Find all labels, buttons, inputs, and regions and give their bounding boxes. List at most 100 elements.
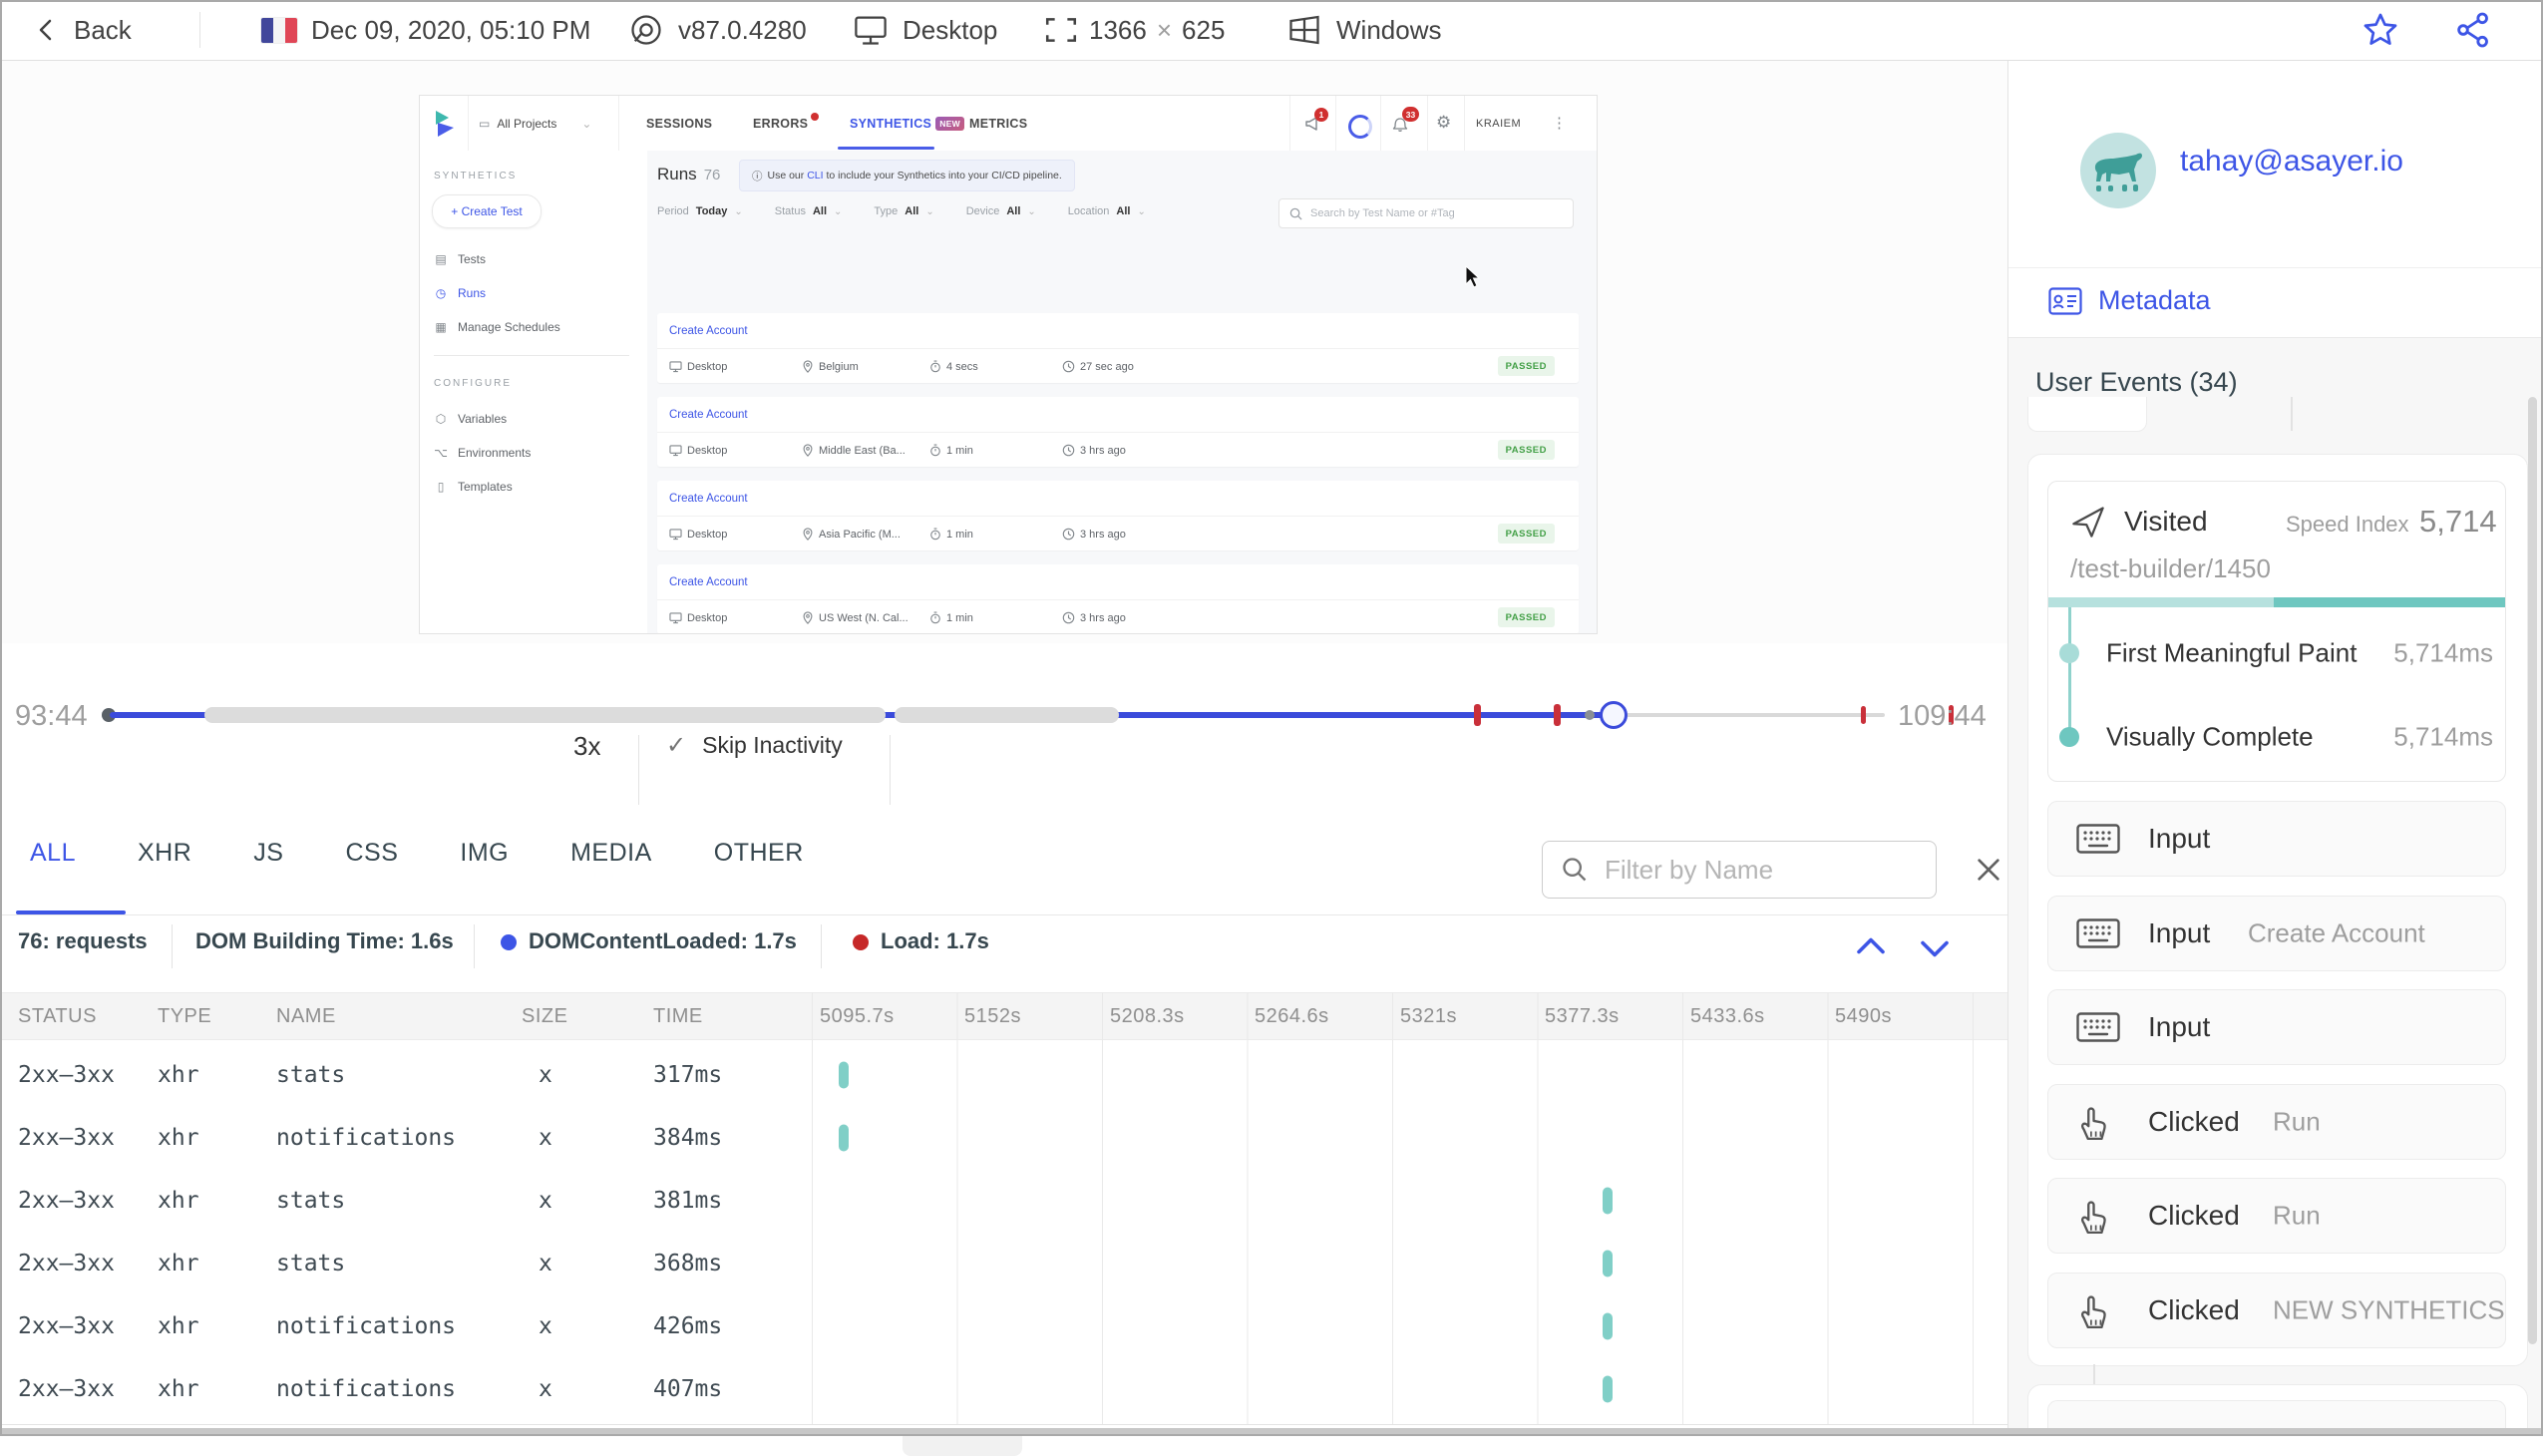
network-tab[interactable]: XHR: [138, 839, 191, 868]
filter-label: Device: [966, 205, 1000, 217]
event-detail: Run: [2273, 1201, 2321, 1232]
request-status: 2xx–3xx: [18, 1062, 115, 1088]
cli-link: CLI: [807, 170, 823, 182]
user-event-item[interactable]: Input: [2047, 989, 2506, 1065]
filter-dropdown: Status All ⌄: [775, 205, 843, 217]
request-name: stats: [276, 1188, 345, 1214]
gear-icon: ⚙: [1436, 113, 1451, 133]
event-marker[interactable]: [1474, 704, 1481, 726]
runs-search-box: Search by Test Name or #Tag: [1278, 198, 1574, 228]
search-icon: [1289, 207, 1302, 220]
section-label: CONFIGURE: [434, 378, 512, 389]
replay-app-header: ▭ All Projects ⌄ SESSIONS ERRORS SYNTHET…: [420, 96, 1597, 152]
replayed-app-screen: ▭ All Projects ⌄ SESSIONS ERRORS SYNTHET…: [419, 95, 1598, 634]
resolution-info: 1366 × 625: [1043, 0, 1225, 60]
playback-speed-button[interactable]: 3x: [573, 731, 600, 762]
network-tab[interactable]: OTHER: [714, 839, 804, 868]
timeline-scrubber[interactable]: [110, 712, 1885, 718]
filter-label: Status: [775, 205, 806, 217]
user-event-item[interactable]: Clicked Run: [2047, 1084, 2506, 1160]
timeline-remaining-track: [1614, 713, 1885, 717]
run-title-link: Create Account: [669, 397, 748, 432]
run-details-row: Desktop US West (N. Cal... 1 min: [657, 599, 1579, 634]
network-tab[interactable]: MEDIA: [570, 839, 652, 868]
network-tab[interactable]: ALL: [30, 839, 76, 868]
run-title-link: Create Account: [669, 313, 748, 348]
nav-item-label: Runs: [458, 286, 486, 300]
run-card: Create Account Desktop Asia Pacific (M..…: [657, 481, 1579, 550]
user-event-item[interactable]: Input: [2047, 801, 2506, 877]
dom-building-time: DOM Building Time: 1.6s: [195, 928, 454, 954]
request-row[interactable]: 2xx–3xx xhr stats x 381ms: [0, 1169, 2007, 1232]
user-event-item[interactable]: Input Create Account: [2047, 896, 2506, 971]
request-size: x: [539, 1125, 552, 1151]
os-label: Windows: [1336, 15, 1441, 46]
filter-dropdown: Period Today ⌄: [657, 205, 743, 217]
visited-metrics: First Meaningful Paint 5,714ms Visually …: [2048, 611, 2505, 779]
divider: [2008, 267, 2543, 268]
kebab-menu-icon: ⋮: [1552, 114, 1567, 132]
new-badge: NEW: [935, 117, 964, 131]
os-info: Windows: [1286, 0, 1441, 60]
event-marker[interactable]: [1554, 704, 1561, 726]
event-marker[interactable]: [1861, 706, 1866, 724]
network-tab[interactable]: JS: [253, 839, 283, 868]
close-panel-button[interactable]: [1973, 854, 2004, 886]
back-button[interactable]: Back: [34, 0, 132, 60]
visited-event-card[interactable]: Visited Speed Index 5,714 /test-builder/…: [2047, 481, 2506, 782]
request-row[interactable]: 2xx–3xx xhr notifications x 407ms: [0, 1357, 2007, 1420]
clock-icon: [1062, 360, 1075, 373]
chevron-down-icon: ⌄: [1027, 206, 1035, 217]
app-tab-sessions: SESSIONS: [646, 96, 712, 151]
session-top-bar: Back Dec 09, 2020, 05:10 PM v87.0.4280 D…: [0, 0, 2543, 61]
share-button[interactable]: [2453, 0, 2493, 60]
request-row[interactable]: 2xx–3xx xhr stats x 317ms: [0, 1043, 2007, 1106]
jump-up-button[interactable]: [1853, 932, 1889, 962]
user-email-link[interactable]: tahay@asayer.io: [2180, 145, 2403, 179]
event-detail: NEW SYNTHETICS: [2273, 1294, 2505, 1325]
sidebar-nav-item: ⌥ Environments: [434, 436, 643, 470]
jump-down-button[interactable]: [1917, 932, 1953, 962]
run-details-row: Desktop Asia Pacific (M... 1 min: [657, 516, 1579, 551]
skip-inactivity-label: Skip Inactivity: [702, 732, 843, 759]
divider: [434, 355, 629, 356]
device-label: Desktop: [903, 15, 997, 46]
session-sidebar: tahay@asayer.io Metadata User Events (34…: [2007, 60, 2543, 1428]
run-device: Desktop: [669, 600, 727, 634]
run-duration: 1 min: [929, 517, 973, 551]
run-device: Desktop: [669, 349, 727, 384]
user-event-item[interactable]: Clicked Run: [2047, 1178, 2506, 1254]
monitor-icon: [669, 361, 682, 373]
user-avatar: [2080, 133, 2156, 208]
sidebar-nav-configure: ⬡ Variables ⌥ Environments ▯ Templates: [434, 402, 643, 504]
metadata-button[interactable]: Metadata: [2048, 285, 2211, 316]
chevron-down-icon: ⌄: [734, 206, 742, 217]
monitor-icon: [669, 612, 682, 624]
request-waterfall-bar: [1603, 1187, 1613, 1214]
metric-dot: [2059, 727, 2079, 747]
timeline-handle[interactable]: [1600, 701, 1628, 729]
replay-app-main: Runs 76 ⓘ Use our CLI to include your Sy…: [647, 151, 1597, 633]
request-row[interactable]: 2xx–3xx xhr notifications x 384ms: [0, 1106, 2007, 1169]
request-waterfall-bar: [1603, 1312, 1613, 1339]
network-tab[interactable]: CSS: [345, 839, 398, 868]
user-event-item[interactable]: Clicked NEW SYNTHETICS: [2047, 1273, 2506, 1348]
request-waterfall-bar: [839, 1124, 849, 1151]
request-row[interactable]: 2xx–3xx xhr stats x 368ms: [0, 1232, 2007, 1294]
resolution-x: ×: [1157, 15, 1172, 46]
location-pin-icon: [802, 611, 814, 624]
filter-by-name-input[interactable]: [1603, 854, 1906, 887]
event-label: Clicked: [2148, 1106, 2240, 1138]
sidebar-scrollbar[interactable]: [2528, 397, 2537, 1344]
monitor-icon: [669, 445, 682, 457]
network-tab[interactable]: IMG: [460, 839, 509, 868]
request-time: 426ms: [653, 1313, 722, 1339]
favorite-button[interactable]: [2361, 0, 2399, 60]
run-location: Belgium: [802, 349, 859, 384]
runs-filters: Period Today ⌄ Status All ⌄ Type All ⌄: [657, 205, 1146, 217]
skip-inactivity-toggle[interactable]: ✓ Skip Inactivity: [666, 731, 843, 760]
request-row[interactable]: 2xx–3xx xhr notifications x 426ms: [0, 1294, 2007, 1357]
run-card: Create Account Desktop US West (N. Cal..…: [657, 564, 1579, 634]
pointer-hand-icon: [2076, 1291, 2110, 1329]
request-name: stats: [276, 1251, 345, 1276]
